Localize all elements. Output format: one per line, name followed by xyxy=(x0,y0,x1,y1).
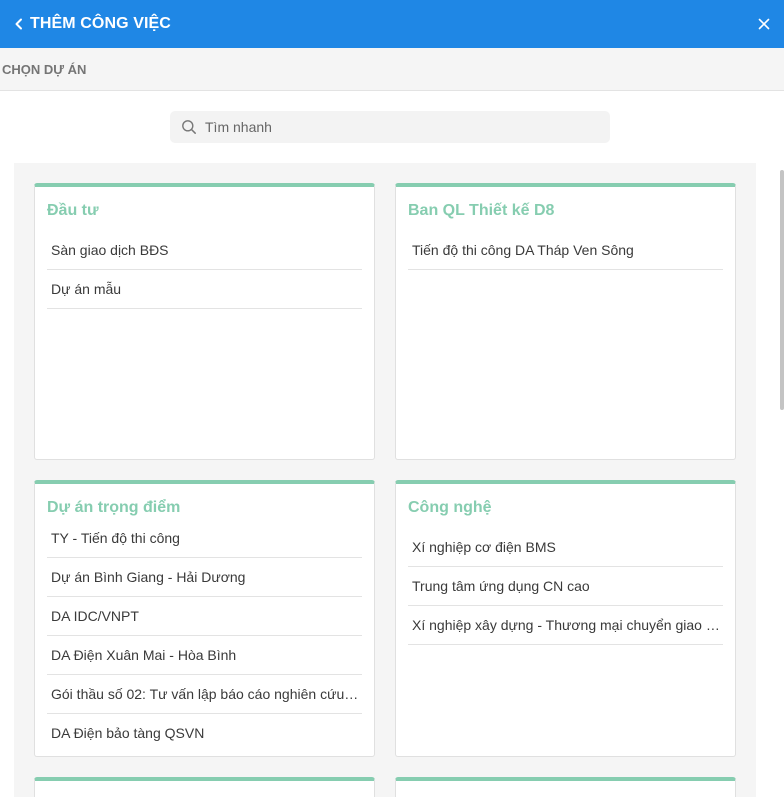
group-title: Dự án trọng điểm xyxy=(47,499,181,516)
project-item[interactable]: Sàn giao dịch BĐS xyxy=(47,231,362,270)
project-group-card: Ban QL Thiết kế D8 Tiến độ thi công DA T… xyxy=(395,183,736,460)
project-item[interactable]: Tiến độ thi công DA Tháp Ven Sông xyxy=(408,231,723,270)
search-icon xyxy=(181,119,197,135)
section-title: CHỌN DỰ ÁN xyxy=(2,61,87,77)
page-title: THÊM CÔNG VIỆC xyxy=(30,15,171,32)
project-item[interactable]: Dự án mẫu xyxy=(47,270,362,309)
close-icon[interactable] xyxy=(756,16,772,32)
project-list: Sàn giao dịch BĐS Dự án mẫu xyxy=(47,231,362,309)
project-item[interactable]: Dự án Bình Giang - Hải Dương xyxy=(47,558,362,597)
scrollbar[interactable] xyxy=(780,170,784,410)
search-box[interactable] xyxy=(170,111,610,143)
project-item[interactable]: Xí nghiệp xây dựng - Thương mại chuyển g… xyxy=(408,606,723,645)
section-header: CHỌN DỰ ÁN xyxy=(0,48,784,91)
project-item[interactable]: DA Điện bảo tàng QSVN xyxy=(47,714,362,753)
search-input[interactable] xyxy=(205,113,595,141)
project-item[interactable]: DA IDC/VNPT xyxy=(47,597,362,636)
group-title: Đầu tư xyxy=(47,202,99,219)
project-item[interactable]: Gói thầu số 02: Tư vấn lập báo cáo nghiê… xyxy=(47,675,362,714)
app-header: THÊM CÔNG VIỆC xyxy=(0,0,784,48)
project-list: Xí nghiệp cơ điện BMS Trung tâm ứng dụng… xyxy=(408,528,723,645)
group-title: Công nghệ xyxy=(408,499,492,516)
project-group-card xyxy=(34,777,375,797)
project-group-card: Đầu tư Sàn giao dịch BĐS Dự án mẫu xyxy=(34,183,375,460)
project-list: Tiến độ thi công DA Tháp Ven Sông xyxy=(408,231,723,270)
chevron-left-icon[interactable] xyxy=(12,17,26,31)
project-item[interactable]: DA Điện Xuân Mai - Hòa Bình xyxy=(47,636,362,675)
group-title: Ban QL Thiết kế D8 xyxy=(408,202,555,219)
project-group-card: Công nghệ Xí nghiệp cơ điện BMS Trung tâ… xyxy=(395,480,736,757)
project-group-card: Dự án trọng điểm TY - Tiến độ thi công D… xyxy=(34,480,375,757)
project-group-card xyxy=(395,777,736,797)
project-list: TY - Tiến độ thi công Dự án Bình Giang -… xyxy=(47,519,362,753)
project-item[interactable]: Trung tâm ứng dụng CN cao xyxy=(408,567,723,606)
project-item[interactable]: Xí nghiệp cơ điện BMS xyxy=(408,528,723,567)
project-item[interactable]: TY - Tiến độ thi công xyxy=(47,519,362,558)
